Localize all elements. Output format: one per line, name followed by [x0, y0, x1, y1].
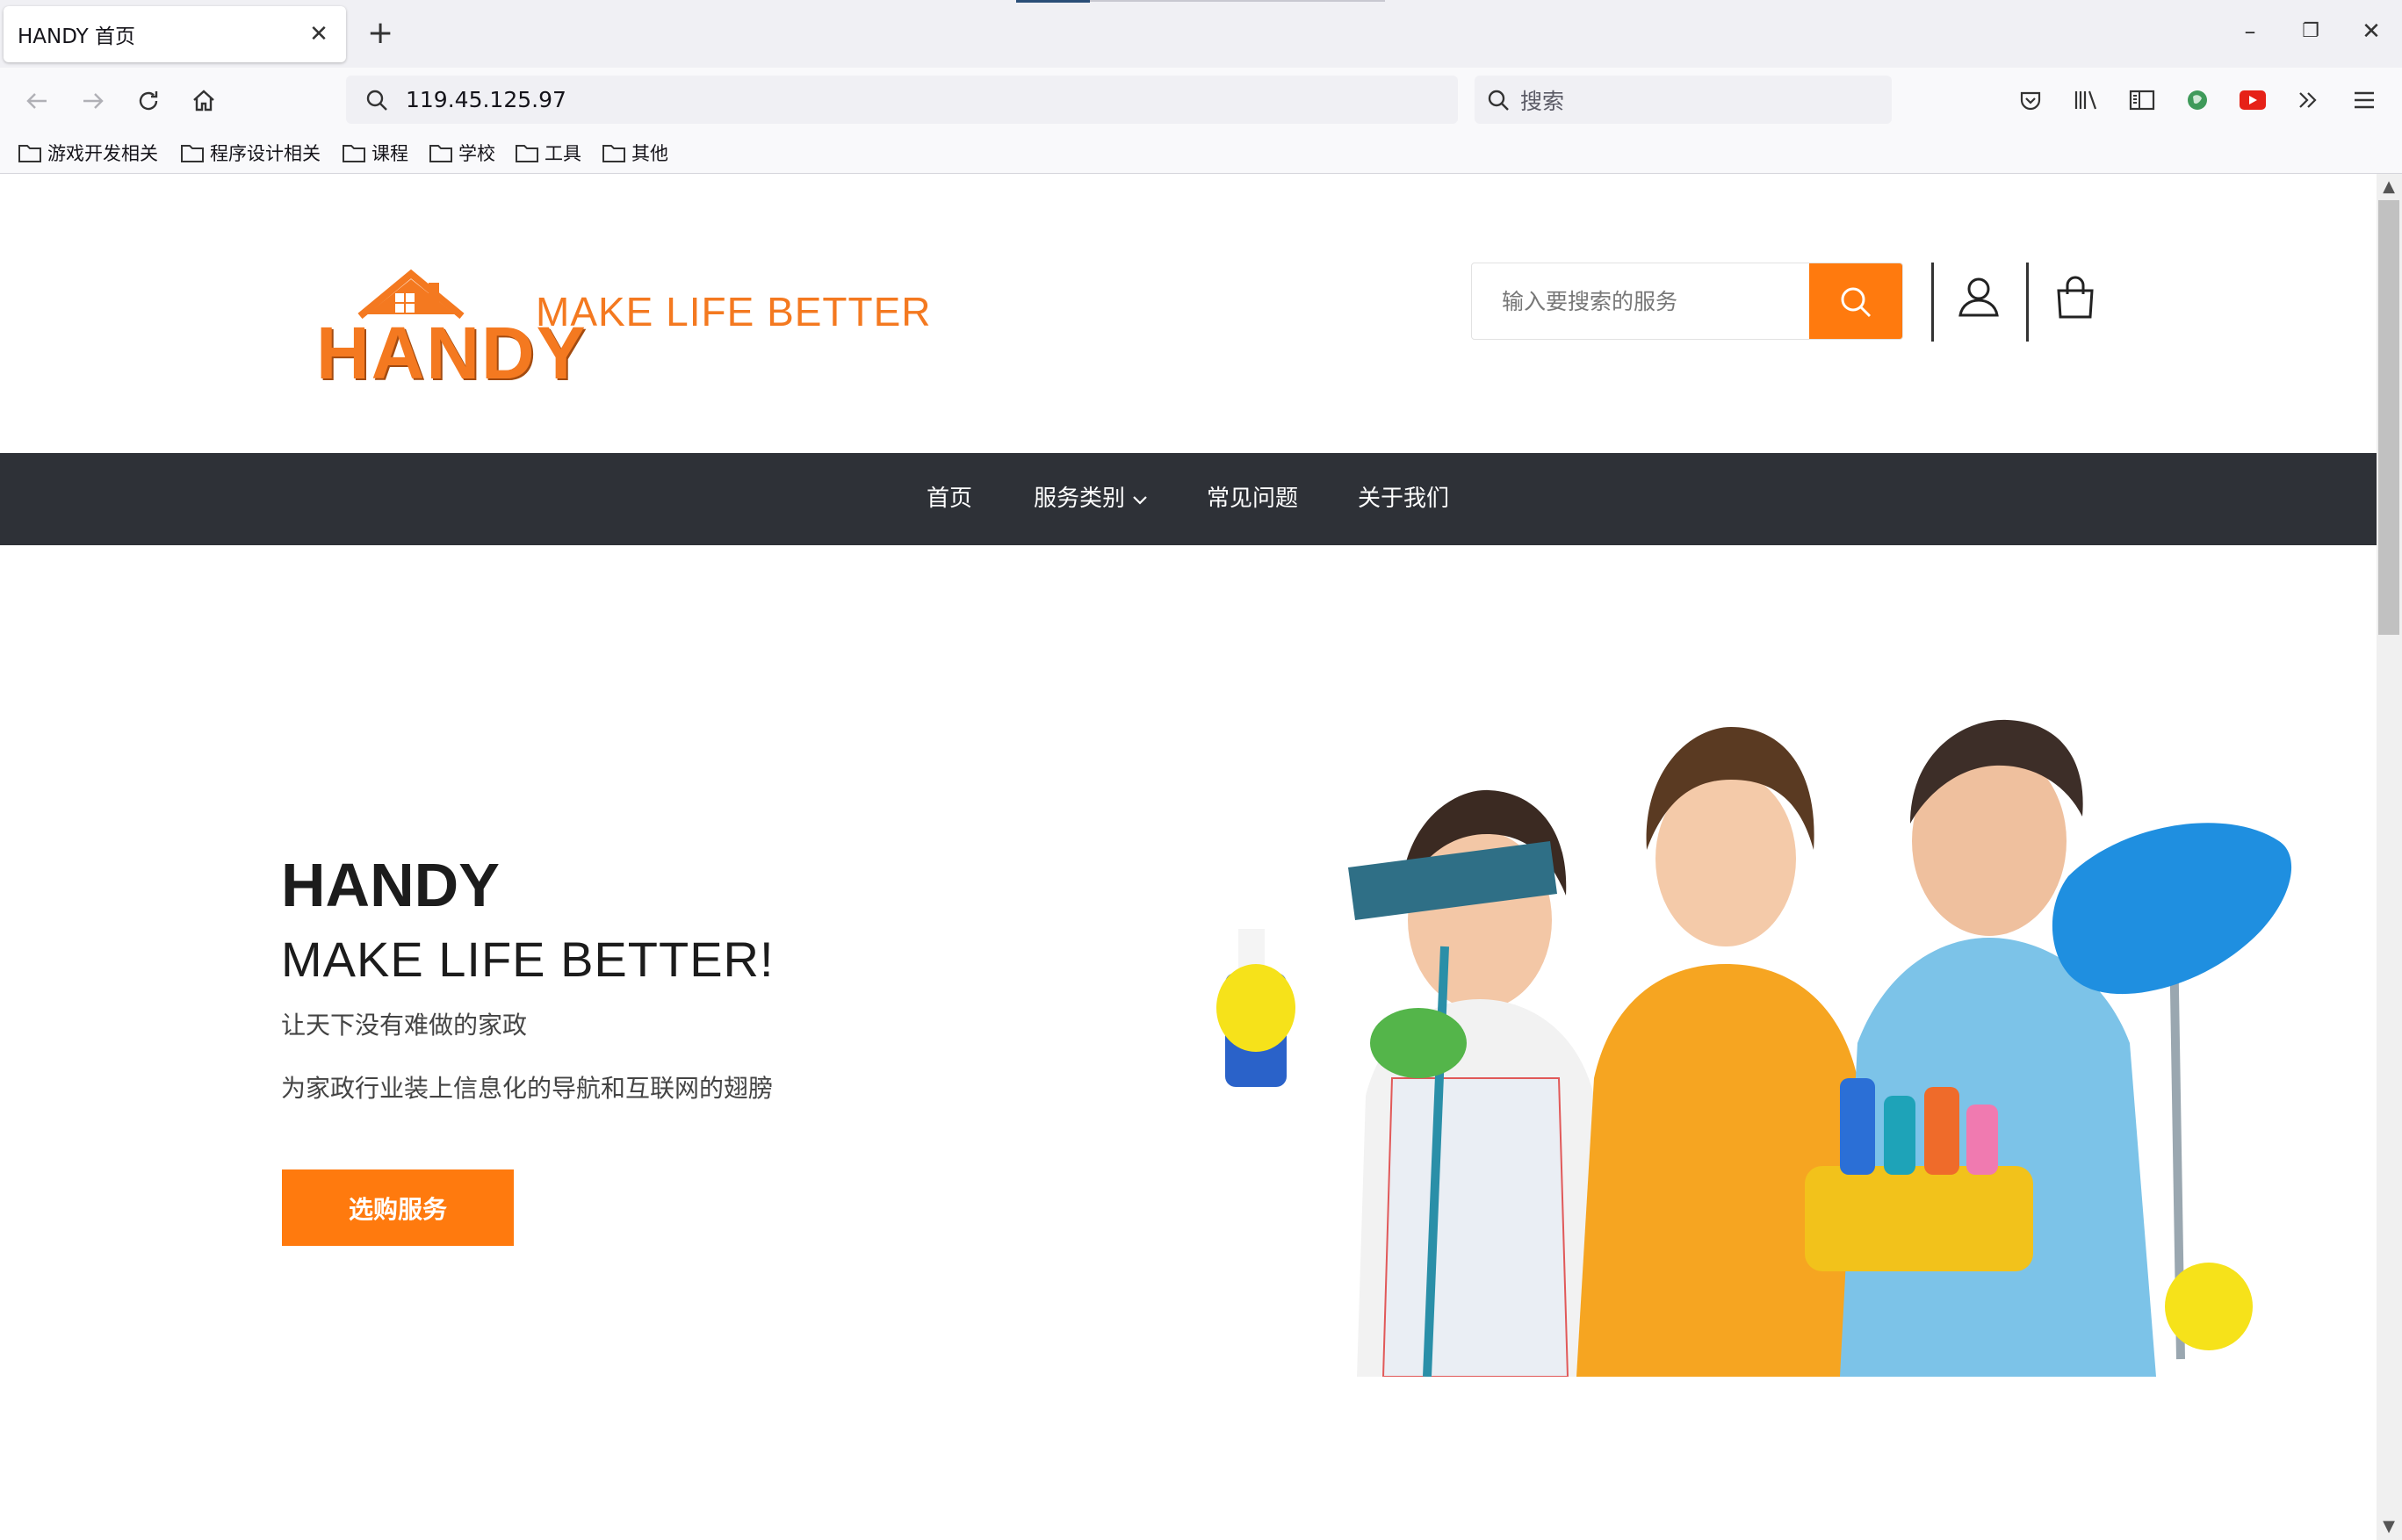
search-icon [1488, 90, 1509, 111]
tab-indicator [1016, 0, 1090, 3]
arrow-right-icon [83, 93, 104, 109]
bookmark-label: 课程 [371, 143, 408, 164]
bookmark-folder[interactable]: 程序设计相关 [180, 140, 321, 166]
nav-categories-label: 服务类别 [1034, 486, 1126, 512]
extension-button[interactable] [2178, 81, 2217, 119]
account-button[interactable] [1957, 275, 2001, 322]
search-icon [1841, 287, 1872, 318]
site-logo[interactable]: HANDY [314, 253, 586, 397]
tab-indicator-secondary [1090, 0, 1385, 2]
hero-slogan: 让天下没有难做的家政 [281, 1011, 528, 1040]
reload-button[interactable] [129, 82, 168, 120]
cart-button[interactable] [2053, 273, 2097, 324]
hero-title: HANDY [281, 851, 500, 919]
folder-icon [343, 145, 365, 162]
home-icon [193, 90, 214, 112]
sidebar-icon [2129, 90, 2155, 111]
arrow-left-icon [26, 93, 47, 109]
nav-home[interactable]: 首页 [927, 453, 972, 545]
bookmark-folder[interactable]: 游戏开发相关 [18, 140, 158, 166]
hero-cleaners-image [1216, 719, 2292, 1377]
bookmark-folder[interactable]: 其他 [602, 140, 668, 166]
extension-globe-icon [2188, 90, 2207, 110]
pocket-button[interactable] [2011, 81, 2050, 119]
minimize-button[interactable]: – [2228, 12, 2272, 51]
folder-icon [602, 145, 625, 162]
restore-button[interactable]: ❐ [2289, 12, 2333, 51]
bookmark-label: 工具 [545, 143, 581, 164]
bookmarks-bar: 游戏开发相关 程序设计相关 课程 学校 工具 其他 [0, 133, 2402, 174]
back-button[interactable] [18, 82, 56, 120]
main-nav: 首页 服务类别 常见问题 关于我们 [0, 453, 2377, 545]
nav-categories[interactable]: 服务类别 [1034, 453, 1148, 545]
folder-icon [429, 145, 452, 162]
header-divider [1931, 263, 1934, 342]
bookmark-label: 程序设计相关 [210, 143, 321, 164]
forward-button[interactable] [74, 82, 112, 120]
web-page: HANDY MAKE LIFE BETTER 首页 服务类别 常见问题 关于我们… [0, 174, 2377, 1540]
bookmark-label: 学校 [458, 143, 495, 164]
url-text: 119.45.125.97 [406, 87, 566, 112]
nav-faq[interactable]: 常见问题 [1207, 453, 1298, 545]
chevron-down-icon [1132, 453, 1148, 545]
site-search-button[interactable] [1809, 263, 1902, 339]
reload-icon [139, 91, 158, 111]
hero-description: 为家政行业装上信息化的导航和互联网的翅膀 [281, 1074, 774, 1103]
tab-title: HANDY 首页 [18, 25, 136, 48]
browser-tab-bar: HANDY 首页 ✕ + – ❐ ✕ [0, 0, 2402, 68]
window-close-button[interactable]: ✕ [2349, 12, 2393, 51]
shopping-bag-icon [2057, 276, 2094, 319]
search-icon [366, 90, 387, 111]
search-placeholder: 搜索 [1520, 88, 1565, 114]
chevrons-right-icon [2299, 92, 2317, 108]
site-search-box [1471, 263, 1903, 340]
address-bar[interactable]: 119.45.125.97 [346, 76, 1458, 124]
nav-about[interactable]: 关于我们 [1358, 453, 1449, 545]
user-icon [1958, 277, 1999, 317]
browser-search-bar[interactable]: 搜索 [1475, 76, 1892, 124]
sidebar-button[interactable] [2123, 81, 2161, 119]
folder-icon [181, 145, 204, 162]
bookmark-folder[interactable]: 学校 [429, 140, 495, 166]
browser-tab[interactable]: HANDY 首页 ✕ [4, 6, 346, 62]
library-icon [2074, 90, 2097, 110]
shop-services-button[interactable]: 选购服务 [282, 1169, 514, 1246]
scroll-down-arrow[interactable]: ▼ [2378, 1515, 2399, 1538]
bookmark-folder[interactable]: 工具 [515, 140, 581, 166]
folder-icon [516, 145, 538, 162]
tab-close-icon[interactable]: ✕ [306, 21, 332, 47]
home-button[interactable] [184, 82, 223, 120]
header-divider [2026, 263, 2029, 342]
site-search-input[interactable] [1472, 263, 1809, 339]
hero-subtitle: MAKE LIFE BETTER! [281, 932, 775, 987]
bookmark-label: 其他 [631, 143, 668, 164]
hamburger-icon [2355, 91, 2374, 109]
scroll-thumb[interactable] [2378, 200, 2399, 635]
youtube-extension-button[interactable] [2233, 81, 2272, 119]
bookmark-label: 游戏开发相关 [47, 143, 158, 164]
youtube-icon [2240, 90, 2266, 110]
pocket-icon [2020, 91, 2041, 111]
scroll-up-arrow[interactable]: ▲ [2378, 176, 2399, 198]
menu-button[interactable] [2345, 81, 2384, 119]
folder-icon [18, 145, 41, 162]
overflow-button[interactable] [2289, 81, 2327, 119]
bookmark-folder[interactable]: 课程 [342, 140, 408, 166]
logo-tagline: MAKE LIFE BETTER [536, 289, 932, 335]
library-button[interactable] [2067, 81, 2105, 119]
new-tab-button[interactable]: + [367, 16, 393, 51]
